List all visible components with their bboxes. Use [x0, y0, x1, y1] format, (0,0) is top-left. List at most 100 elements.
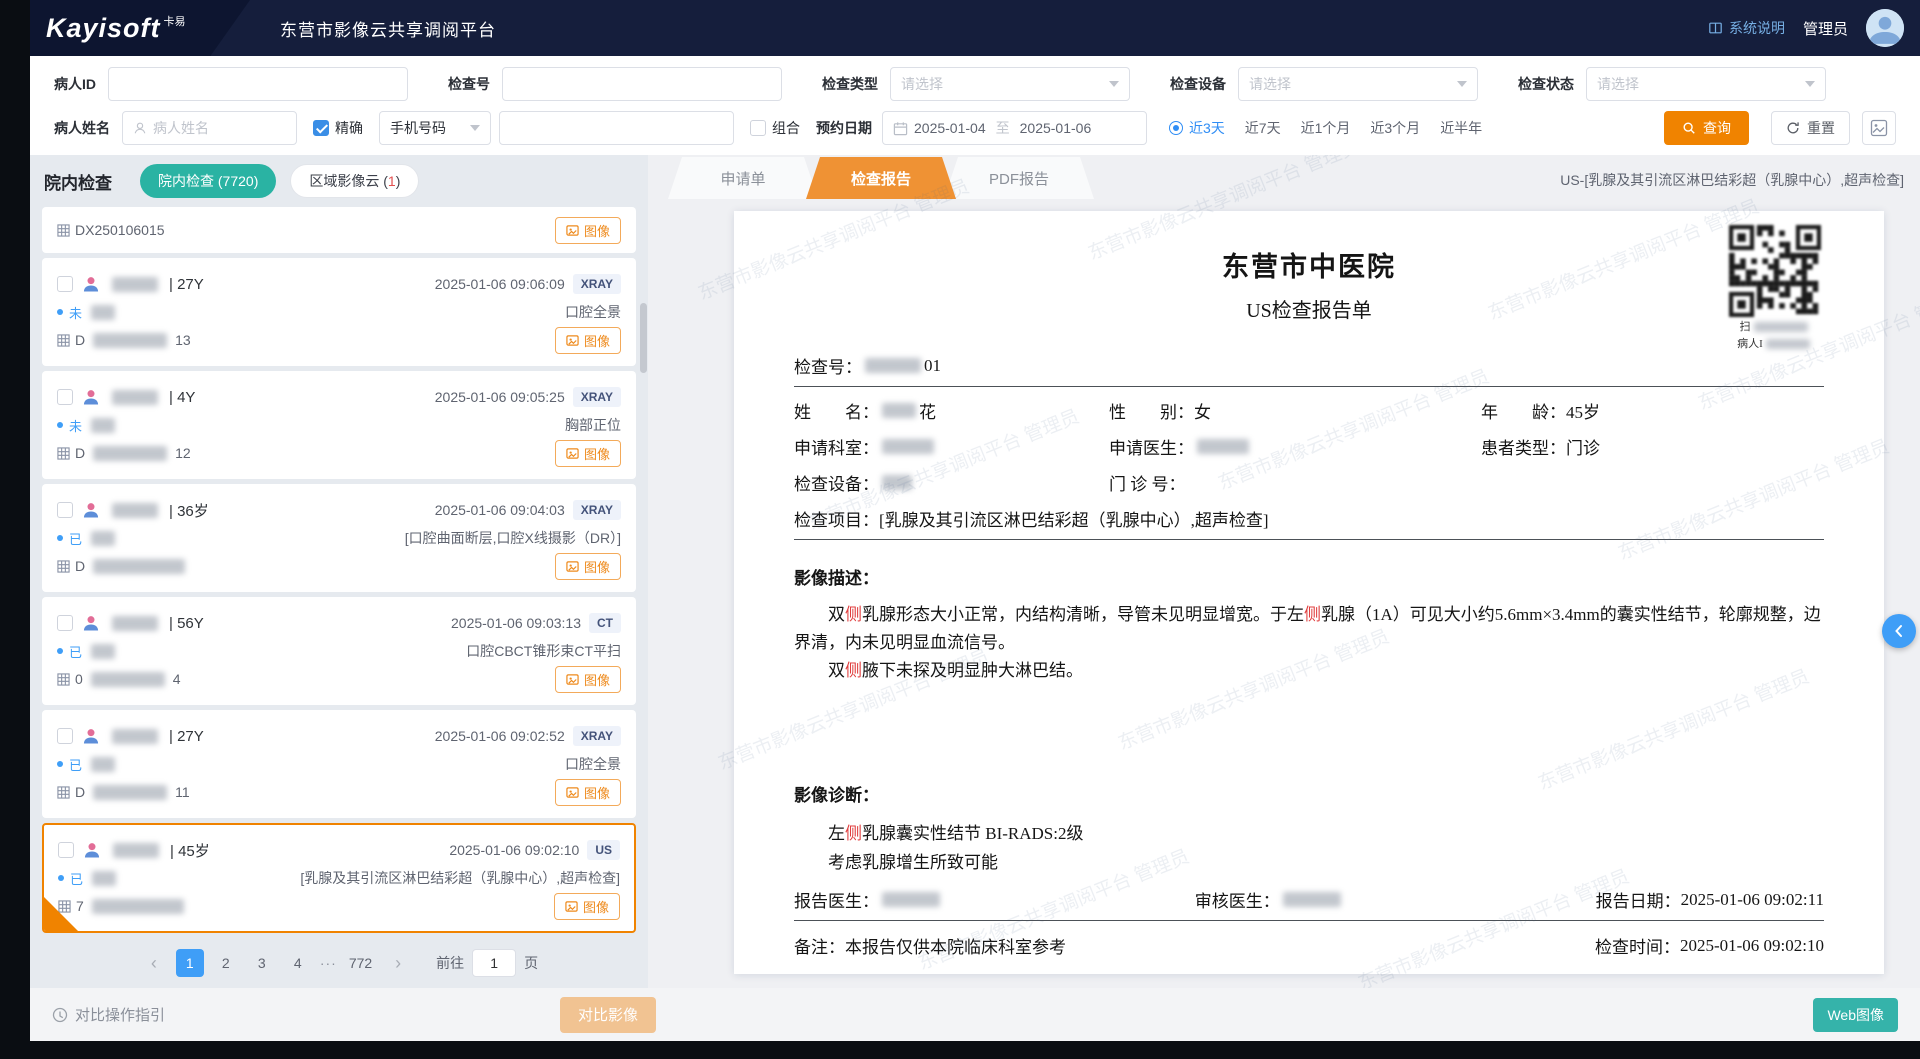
redacted-text — [112, 503, 158, 518]
compare-images-button[interactable]: 对比影像 — [560, 997, 656, 1033]
combo-checkbox[interactable] — [750, 120, 766, 136]
exact-checkbox-group[interactable]: 精确 — [313, 118, 363, 138]
exam-no-input[interactable] — [502, 67, 782, 101]
status-select[interactable]: 请选择 — [1586, 67, 1826, 101]
redacted-text — [93, 785, 167, 800]
exam-checkbox[interactable] — [57, 276, 73, 292]
combo-checkbox-group[interactable]: 组合 — [750, 118, 800, 138]
exam-number-prefix: D — [75, 332, 85, 348]
report-tab[interactable]: 申请单 — [668, 157, 818, 199]
image-button[interactable]: 图像 — [555, 440, 621, 467]
next-page-button[interactable]: › — [384, 949, 412, 977]
tab-internal-exams[interactable]: 院内检查 (7720) — [140, 164, 276, 198]
view-switch-button[interactable] — [1862, 111, 1896, 145]
guide-icon — [52, 1007, 68, 1023]
quick-range-group: 近3天近7天近1个月近3个月近半年 — [1169, 118, 1482, 138]
image-button[interactable]: 图像 — [555, 666, 621, 693]
search-button[interactable]: 查询 — [1664, 111, 1749, 145]
exam-name: [口腔曲面断层,口腔X线摄影（DR）] — [405, 528, 621, 548]
logo-subtext: 卡易 — [164, 13, 186, 29]
device-group: 检查设备 请选择 — [1170, 67, 1478, 101]
image-button[interactable]: 图像 — [554, 893, 620, 920]
highlighted-char: 侧 — [845, 605, 862, 624]
user-avatar[interactable] — [1866, 9, 1904, 47]
quick-range-option[interactable]: 近3个月 — [1370, 118, 1420, 138]
image-button-label: 图像 — [584, 557, 610, 576]
item-label: 检查项目： — [794, 506, 879, 531]
image-button[interactable]: 图像 — [555, 217, 621, 244]
user-name[interactable]: 管理员 — [1803, 18, 1848, 39]
patient-name-field[interactable]: 病人姓名 — [122, 111, 297, 145]
reset-button[interactable]: 重置 — [1771, 111, 1850, 145]
tab-regional-cloud[interactable]: 区域影像云 ( 1 ) — [290, 164, 419, 198]
patient-age: | 4Y — [169, 389, 195, 406]
quick-range-option[interactable]: 近3天 — [1169, 118, 1225, 138]
exam-card[interactable]: | 45岁2025-01-06 09:02:10US已[乳腺及其引流区淋巴结彩超… — [42, 823, 636, 933]
page-button[interactable]: 4 — [284, 949, 312, 977]
redacted-text — [93, 333, 167, 348]
tab-regional-label: 区域影像云 ( — [309, 171, 388, 191]
corner-badge-icon — [42, 895, 80, 933]
exact-checkbox[interactable] — [313, 120, 329, 136]
exam-card[interactable]: | 4Y2025-01-06 09:05:25XRAY未胸部正位D12图像 — [42, 371, 636, 479]
exam-checkbox[interactable] — [57, 502, 73, 518]
device-select[interactable]: 请选择 — [1238, 67, 1478, 101]
scrollbar-thumb[interactable] — [640, 303, 647, 373]
description-paragraph: 双侧腋下未探及明显肿大淋巴结。 — [794, 657, 1824, 685]
exam-type-group: 检查类型 请选择 — [822, 67, 1130, 101]
redacted-text — [93, 559, 185, 574]
redacted-text — [91, 644, 115, 659]
image-icon — [566, 673, 579, 686]
exam-card[interactable]: | 36岁2025-01-06 09:04:03XRAY已[口腔曲面断层,口腔X… — [42, 484, 636, 592]
exam-card-row-status: 已[乳腺及其引流区淋巴结彩超（乳腺中心）,超声检查] — [58, 865, 620, 891]
exam-card-row-top: | 27Y2025-01-06 09:02:52XRAY — [57, 721, 621, 751]
quick-range-option[interactable]: 近1个月 — [1301, 118, 1351, 138]
report-tab[interactable]: 检查报告 — [806, 157, 956, 199]
collapse-panel-button[interactable] — [1882, 614, 1916, 648]
exam-card[interactable]: | 27Y2025-01-06 09:06:09XRAY未口腔全景D13图像 — [42, 258, 636, 366]
page-button-last[interactable]: 772 — [345, 949, 376, 977]
patient-avatar-icon — [81, 387, 101, 407]
prev-page-button[interactable]: ‹ — [140, 949, 168, 977]
phone-type-select[interactable]: 手机号码 — [379, 111, 491, 145]
age-label: 年 龄： — [1481, 398, 1566, 423]
exam-card[interactable]: DX250106015图像 — [42, 207, 636, 253]
page-button[interactable]: 3 — [248, 949, 276, 977]
qr-code — [1729, 225, 1821, 317]
exam-card[interactable]: | 56Y2025-01-06 09:03:13CT已口腔CBCT锥形束CT平扫… — [42, 597, 636, 705]
exam-number-prefix: D — [75, 784, 85, 800]
web-image-button[interactable]: Web图像 — [1813, 998, 1898, 1032]
system-help-link[interactable]: 系统说明 — [1708, 18, 1785, 38]
search-button-label: 查询 — [1703, 118, 1731, 138]
exam-checkbox[interactable] — [57, 389, 73, 405]
phone-input[interactable] — [499, 111, 734, 145]
date-to-value: 2025-01-06 — [1020, 120, 1092, 136]
date-range-picker[interactable]: 2025-01-04 至 2025-01-06 — [882, 111, 1147, 145]
compare-guide-link[interactable]: 对比操作指引 — [52, 1004, 165, 1025]
redacted-text — [882, 403, 916, 418]
exam-type-select[interactable]: 请选择 — [890, 67, 1130, 101]
exam-number-prefix: 0 — [75, 671, 83, 687]
exam-card[interactable]: | 27Y2025-01-06 09:02:52XRAY已口腔全景D11图像 — [42, 710, 636, 818]
page-button[interactable]: 2 — [212, 949, 240, 977]
report-row-3: 检查设备： 门 诊 号： — [794, 470, 1824, 495]
exam-number-prefix: D — [75, 558, 85, 574]
exam-checkbox[interactable] — [57, 728, 73, 744]
patient-id-input[interactable] — [108, 67, 408, 101]
page-button[interactable]: 1 — [176, 949, 204, 977]
quick-range-option[interactable]: 近半年 — [1440, 118, 1482, 138]
report-doctors-row: 报告医生： 审核医生： 报告日期：2025-01-06 09:02:11 — [794, 887, 1824, 912]
device-label: 检查设备 — [1170, 74, 1226, 94]
image-button[interactable]: 图像 — [555, 327, 621, 354]
req-doctor-label: 申请医生： — [1109, 434, 1194, 459]
exam-checkbox[interactable] — [57, 615, 73, 631]
image-button[interactable]: 图像 — [555, 779, 621, 806]
goto-page-input[interactable] — [472, 949, 516, 977]
report-tab[interactable]: PDF报告 — [944, 157, 1094, 199]
image-button[interactable]: 图像 — [555, 553, 621, 580]
quick-range-option[interactable]: 近7天 — [1245, 118, 1281, 138]
exam-checkbox[interactable] — [58, 842, 74, 858]
report-row-2: 申请科室： 申请医生： 患者类型：门诊 — [794, 434, 1824, 459]
goto-page: 前往页 — [436, 949, 538, 977]
highlighted-char: 侧 — [1304, 605, 1321, 624]
